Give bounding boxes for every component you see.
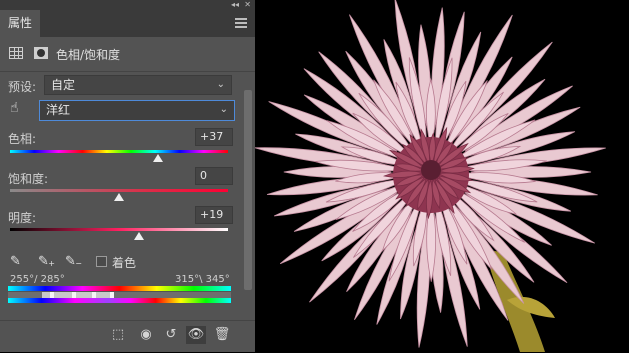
range-right-degrees: 315°\ 345° — [175, 274, 230, 285]
view-previous-icon[interactable]: ◉ — [136, 326, 156, 344]
preset-dropdown[interactable]: 自定 ⌄ — [44, 75, 232, 95]
lightness-label: 明度: — [8, 211, 37, 225]
trash-icon[interactable]: 🗑 — [212, 326, 232, 344]
eye-icon[interactable]: 👁 — [186, 326, 206, 344]
chevron-down-icon: ⌄ — [219, 104, 228, 115]
source-color-bar — [8, 286, 231, 291]
hand-target-icon[interactable]: ☝ — [10, 100, 26, 116]
colorize-label: 着色 — [112, 256, 137, 270]
saturation-slider-thumb[interactable] — [114, 193, 124, 201]
adjustment-title: 色相/饱和度 — [56, 48, 121, 62]
hue-slider-track[interactable] — [10, 150, 228, 153]
range-left-degrees: 255°/ 285° — [10, 274, 65, 285]
lightness-input[interactable]: +19 — [195, 206, 233, 224]
reset-icon[interactable]: ↺ — [161, 326, 181, 344]
collapse-panel-icon[interactable]: ◂◂ — [231, 0, 239, 10]
clip-to-layer-icon[interactable]: ⬚ — [108, 326, 128, 344]
eyedropper-plus-icon[interactable]: ✎ + — [38, 254, 55, 270]
lightness-slider-thumb[interactable] — [133, 232, 144, 240]
properties-panel: ◂◂ ✕ 属性 色相/饱和度 预设: 自定 ⌄ ☝ 洋红 ⌄ 色相: +37 饱… — [0, 0, 255, 352]
eyedropper-minus-icon[interactable]: ✎ − — [65, 254, 82, 270]
saturation-label: 饱和度: — [8, 172, 49, 186]
panel-scroll-thumb[interactable] — [244, 90, 252, 290]
layer-mask-icon[interactable] — [34, 47, 48, 59]
result-color-bar — [8, 298, 231, 303]
colorize-checkbox[interactable] — [96, 256, 107, 267]
panel-tab-row: 属性 — [0, 10, 255, 37]
hue-label: 色相: — [8, 132, 37, 146]
hue-slider-thumb[interactable] — [153, 154, 164, 162]
adjustment-header: 色相/饱和度 — [0, 37, 255, 72]
adjustment-layer-icon[interactable] — [9, 47, 23, 59]
channel-value: 洋红 — [46, 103, 71, 117]
hue-input[interactable]: +37 — [195, 128, 233, 146]
channel-dropdown[interactable]: 洋红 ⌄ — [39, 100, 235, 121]
canvas-photo — [255, 0, 629, 352]
preset-value: 自定 — [51, 78, 76, 92]
close-panel-icon[interactable]: ✕ — [244, 0, 251, 10]
preset-label: 预设: — [8, 80, 37, 94]
chevron-down-icon: ⌄ — [216, 79, 225, 90]
lightness-slider-track[interactable] — [10, 228, 228, 231]
saturation-slider-track[interactable] — [10, 189, 228, 192]
panel-top-strip — [0, 0, 255, 10]
saturation-input[interactable]: 0 — [195, 167, 233, 185]
panel-menu-icon[interactable] — [235, 18, 247, 30]
tab-properties[interactable]: 属性 — [0, 10, 40, 37]
chrysanthemum-image — [255, 0, 629, 352]
eyedropper-icon[interactable]: ✎ — [10, 254, 24, 270]
flower-core — [421, 160, 441, 180]
